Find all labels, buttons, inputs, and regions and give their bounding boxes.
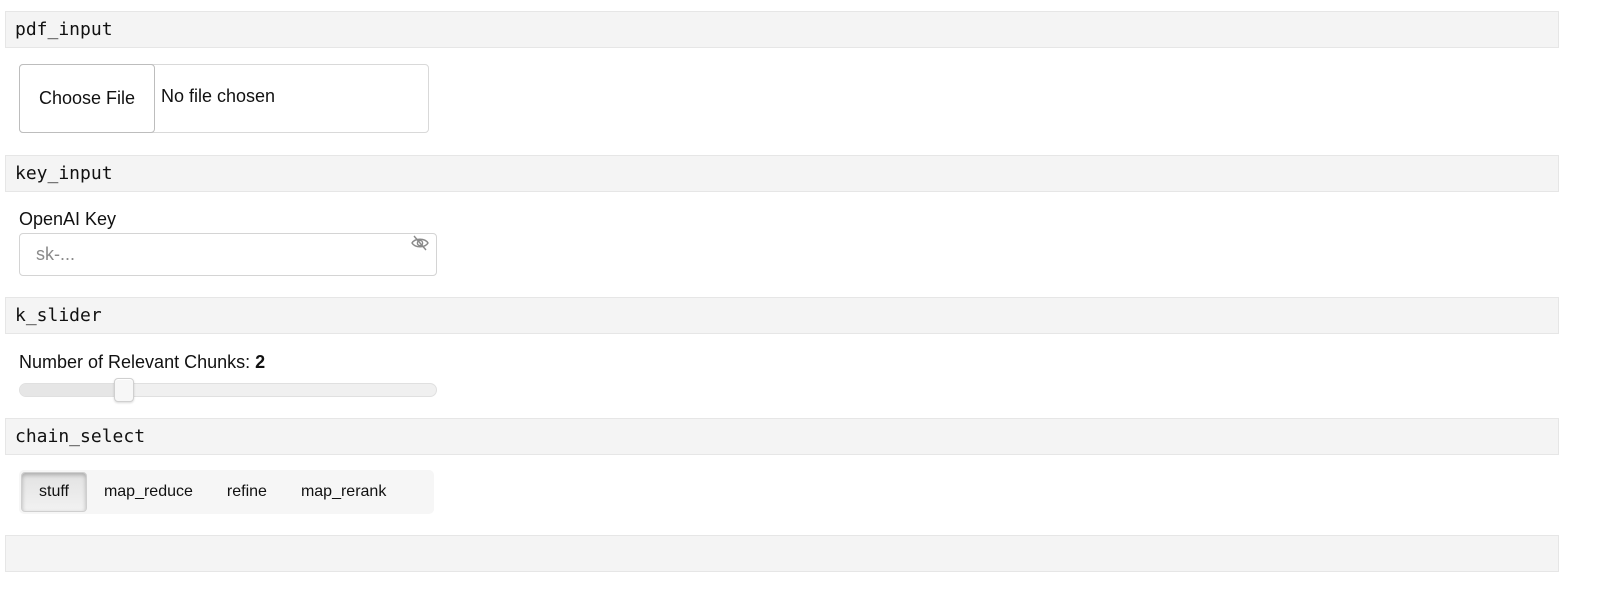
chain-type-selector: stuff map_reduce refine map_rerank bbox=[19, 470, 434, 514]
slider-handle[interactable] bbox=[114, 378, 134, 402]
section-header-pdf-input: pdf_input bbox=[5, 11, 1559, 48]
slider-label-text: Number of Relevant Chunks: bbox=[19, 352, 256, 372]
chain-option-map-reduce[interactable]: map_reduce bbox=[87, 472, 210, 512]
file-input-widget[interactable]: Choose File No file chosen bbox=[19, 64, 429, 133]
chain-option-stuff[interactable]: stuff bbox=[21, 472, 87, 512]
chain-option-map-rerank[interactable]: map_rerank bbox=[284, 472, 403, 512]
relevant-chunks-slider[interactable] bbox=[19, 378, 437, 402]
section-header-empty bbox=[5, 535, 1559, 572]
slider-fill bbox=[20, 384, 124, 396]
slider-value: 2 bbox=[255, 352, 266, 372]
file-status-text: No file chosen bbox=[161, 86, 276, 106]
slider-label: Number of Relevant Chunks: 2 bbox=[19, 352, 265, 373]
section-header-k-slider: k_slider bbox=[5, 297, 1559, 334]
eye-off-icon[interactable] bbox=[410, 233, 430, 253]
openai-key-input[interactable] bbox=[19, 233, 437, 276]
section-header-key-input: key_input bbox=[5, 155, 1559, 192]
openai-key-label: OpenAI Key bbox=[19, 209, 117, 229]
section-header-chain-select: chain_select bbox=[5, 418, 1559, 455]
chain-option-refine[interactable]: refine bbox=[210, 472, 284, 512]
choose-file-button[interactable]: Choose File bbox=[19, 64, 155, 133]
